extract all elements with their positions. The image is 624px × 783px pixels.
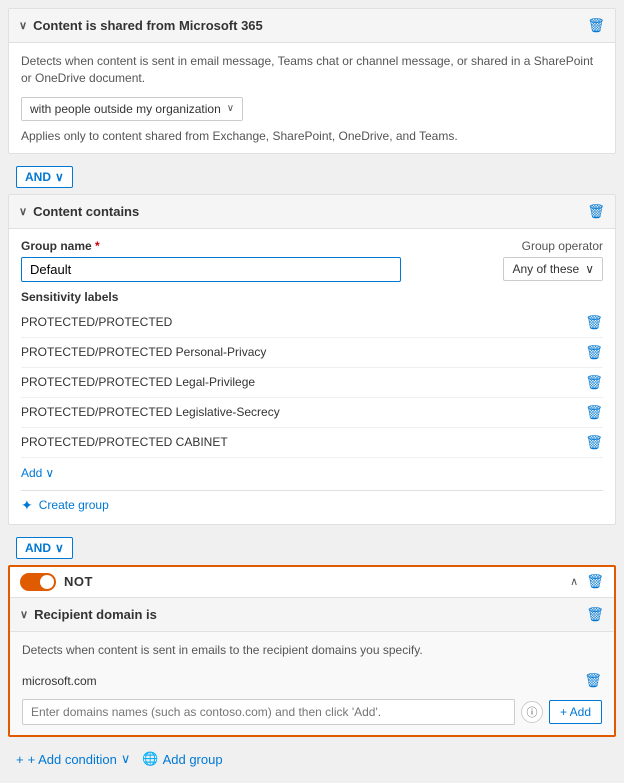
domain-input-row: ⓘ + Add [22, 699, 602, 725]
shared-with-dropdown[interactable]: with people outside my organization ∨ [21, 97, 243, 121]
domain-add-button-label: + Add [560, 705, 591, 719]
and-button-1-label: AND [25, 170, 51, 184]
not-toggle[interactable] [20, 573, 56, 591]
not-header-left: NOT [20, 573, 93, 591]
recipient-domain-desc: Detects when content is sent in emails t… [22, 642, 602, 659]
content-contains-header: ∨ Content contains 🗑 [9, 195, 615, 229]
content-shared-delete-icon[interactable]: 🗑 [587, 17, 605, 34]
group-name-col: Group name * [21, 239, 503, 282]
content-shared-section: ∨ Content is shared from Microsoft 365 🗑… [8, 8, 616, 154]
sensitivity-labels-heading: Sensitivity labels [21, 290, 603, 304]
content-shared-body: Detects when content is sent in email me… [9, 43, 615, 153]
not-section: NOT ∧ 🗑 ∨ Recipient domain is 🗑 Detects … [8, 565, 616, 738]
label-row-1: PROTECTED/PROTECTED Personal-Privacy 🗑 [21, 338, 603, 368]
and-connector-2: AND ∨ [8, 531, 616, 565]
add-condition-button[interactable]: + + Add condition ∨ [16, 751, 130, 767]
recipient-domain-title: Recipient domain is [34, 607, 157, 622]
create-group-label: Create group [39, 498, 109, 512]
and-button-1-arrow: ∨ [55, 170, 64, 184]
create-group-icon: ✦ [21, 497, 33, 514]
add-condition-arrow-icon: ∨ [121, 751, 131, 767]
label-value-4: PROTECTED/PROTECTED CABINET [21, 435, 228, 449]
domain-info-icon[interactable]: ⓘ [521, 701, 543, 723]
add-condition-plus-icon: + [16, 752, 24, 767]
applies-note: Applies only to content shared from Exch… [21, 129, 603, 143]
recipient-domain-delete-icon[interactable]: 🗑 [586, 606, 604, 623]
content-shared-desc: Detects when content is sent in email me… [21, 53, 603, 87]
group-name-input[interactable] [21, 257, 401, 282]
add-label-link[interactable]: Add ∨ [21, 466, 54, 480]
not-delete-icon[interactable]: 🗑 [586, 573, 604, 590]
label-value-0: PROTECTED/PROTECTED [21, 315, 172, 329]
add-group-icon: 🌐 [142, 751, 158, 767]
create-group-link[interactable]: ✦ Create group [21, 490, 603, 514]
group-operator-arrow-icon: ∨ [585, 262, 594, 276]
content-shared-chevron-icon[interactable]: ∨ [19, 19, 27, 32]
label-row-4: PROTECTED/PROTECTED CABINET 🗑 [21, 428, 603, 458]
recipient-domain-section: ∨ Recipient domain is 🗑 Detects when con… [10, 597, 614, 736]
recipient-domain-body: Detects when content is sent in emails t… [10, 632, 614, 736]
add-label-arrow: ∨ [45, 466, 54, 480]
label-value-3: PROTECTED/PROTECTED Legislative-Secrecy [21, 405, 280, 419]
shared-with-value: with people outside my organization [30, 102, 221, 116]
content-contains-title: Content contains [33, 204, 139, 219]
content-shared-title: Content is shared from Microsoft 365 [33, 18, 263, 33]
existing-domain-delete-icon[interactable]: 🗑 [584, 672, 602, 689]
shared-with-arrow-icon: ∨ [227, 103, 234, 114]
label-delete-0[interactable]: 🗑 [585, 314, 603, 331]
add-group-button[interactable]: 🌐 Add group [142, 751, 222, 767]
not-header-right: ∧ 🗑 [570, 573, 604, 590]
and-button-2-arrow: ∨ [55, 541, 64, 555]
content-shared-header-left: ∨ Content is shared from Microsoft 365 [19, 18, 263, 33]
existing-domain-row: microsoft.com 🗑 [22, 668, 602, 693]
domain-input-field[interactable] [22, 699, 515, 725]
label-delete-4[interactable]: 🗑 [585, 434, 603, 451]
recipient-domain-header: ∨ Recipient domain is 🗑 [10, 598, 614, 632]
group-operator-dropdown[interactable]: Any of these ∨ [503, 257, 603, 281]
content-contains-delete-icon[interactable]: 🗑 [587, 203, 605, 220]
content-contains-section: ∨ Content contains 🗑 Group name * Group … [8, 194, 616, 525]
label-delete-2[interactable]: 🗑 [585, 374, 603, 391]
add-condition-label: + Add condition [28, 752, 117, 767]
label-value-2: PROTECTED/PROTECTED Legal-Privilege [21, 375, 255, 389]
not-chevron-icon[interactable]: ∧ [570, 575, 578, 588]
group-operator-col: Group operator Any of these ∨ [503, 239, 603, 281]
label-value-1: PROTECTED/PROTECTED Personal-Privacy [21, 345, 266, 359]
not-header: NOT ∧ 🗑 [10, 567, 614, 597]
existing-domain-value: microsoft.com [22, 674, 97, 688]
bottom-bar: + + Add condition ∨ 🌐 Add group [8, 743, 616, 775]
content-contains-body: Group name * Group operator Any of these… [9, 229, 615, 524]
required-star: * [95, 239, 100, 253]
and-button-2-label: AND [25, 541, 51, 555]
label-delete-1[interactable]: 🗑 [585, 344, 603, 361]
and-connector-1: AND ∨ [8, 160, 616, 194]
content-shared-header: ∨ Content is shared from Microsoft 365 🗑 [9, 9, 615, 43]
add-group-label: Add group [163, 752, 223, 767]
domain-add-button[interactable]: + Add [549, 700, 602, 724]
group-operator-label: Group operator [522, 239, 603, 253]
group-header-row: Group name * Group operator Any of these… [21, 239, 603, 282]
label-row-2: PROTECTED/PROTECTED Legal-Privilege 🗑 [21, 368, 603, 398]
recipient-domain-header-left: ∨ Recipient domain is [20, 607, 157, 622]
label-row-0: PROTECTED/PROTECTED 🗑 [21, 308, 603, 338]
group-operator-value: Any of these [512, 262, 579, 276]
label-delete-3[interactable]: 🗑 [585, 404, 603, 421]
and-button-2[interactable]: AND ∨ [16, 537, 73, 559]
group-name-label: Group name * [21, 239, 503, 253]
label-row-3: PROTECTED/PROTECTED Legislative-Secrecy … [21, 398, 603, 428]
add-label-text: Add [21, 466, 42, 480]
content-contains-header-left: ∨ Content contains [19, 204, 139, 219]
content-contains-chevron-icon[interactable]: ∨ [19, 205, 27, 218]
recipient-domain-chevron-icon[interactable]: ∨ [20, 608, 28, 621]
and-button-1[interactable]: AND ∨ [16, 166, 73, 188]
not-label: NOT [64, 574, 93, 589]
